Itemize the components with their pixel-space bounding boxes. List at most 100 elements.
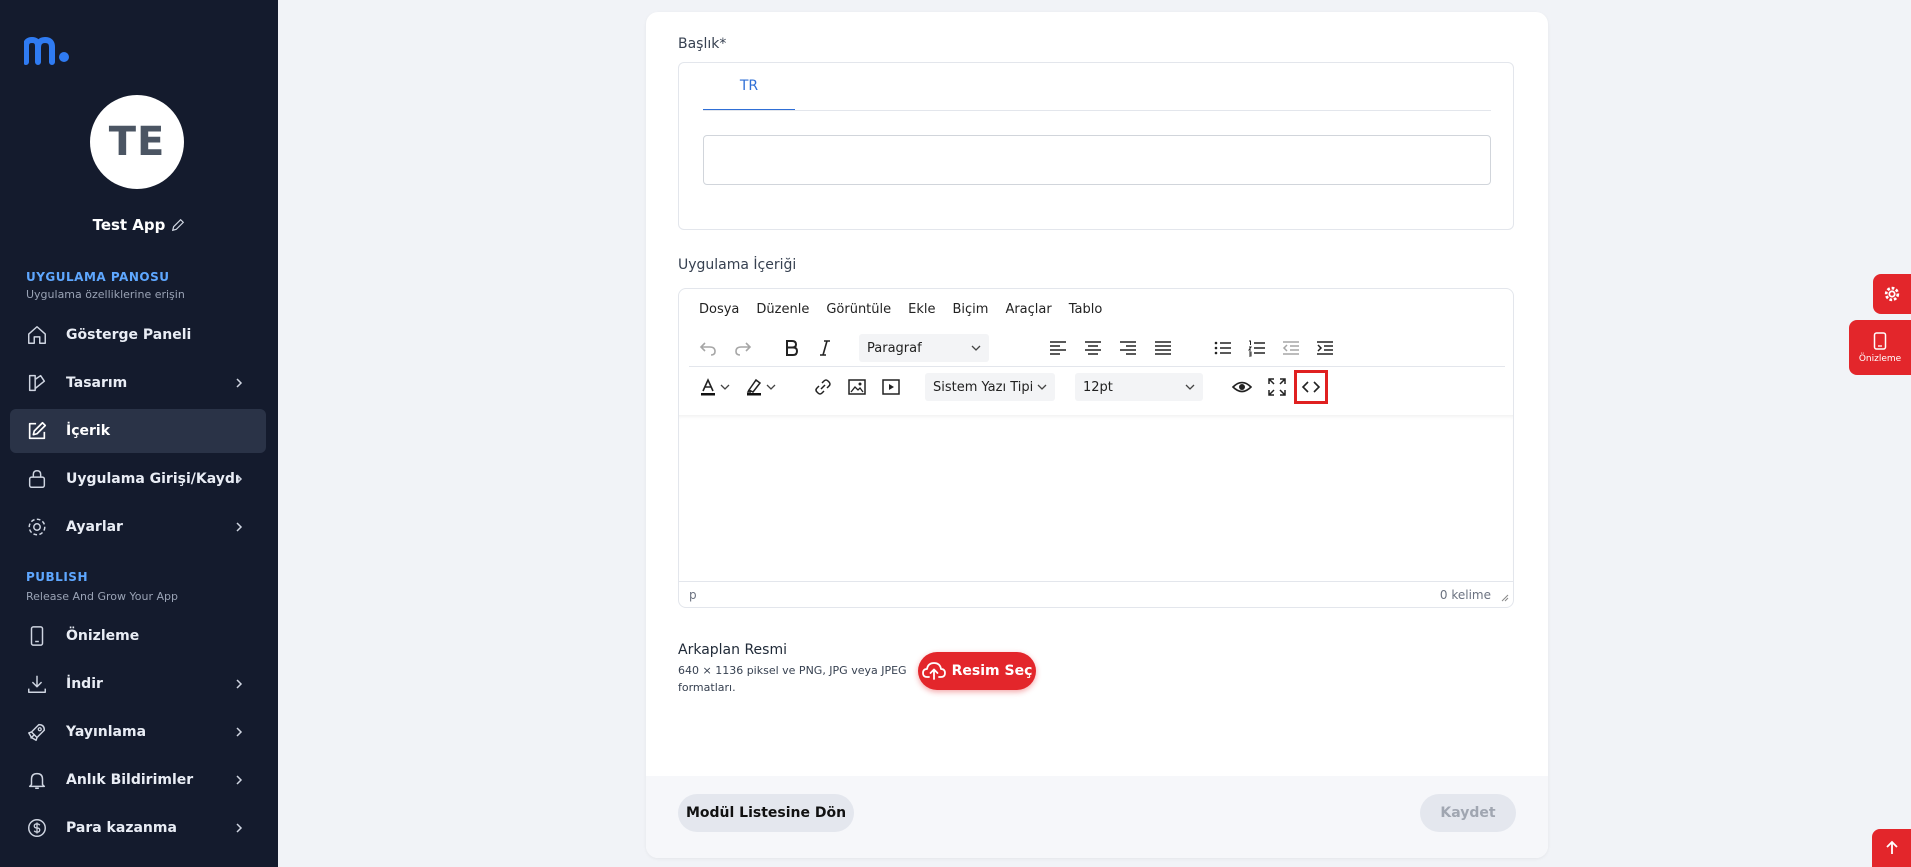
select-image-button[interactable]: Resim Seç: [918, 652, 1036, 690]
outdent-button[interactable]: [1276, 333, 1306, 363]
save-button[interactable]: Kaydet: [1420, 794, 1516, 832]
pencil-icon[interactable]: [171, 218, 185, 232]
title-input[interactable]: [703, 135, 1491, 185]
editor-toolbar-row-1: Paragraf: [689, 329, 1505, 367]
font-size-select[interactable]: 12pt: [1075, 373, 1203, 401]
content-label: Uygulama İçeriği: [678, 257, 797, 273]
preview-button[interactable]: [1227, 372, 1257, 402]
chevron-down-icon: [766, 384, 776, 390]
sidebar-item-label: Yayınlama: [66, 724, 147, 740]
title-label: Başlık*: [678, 36, 727, 52]
editor-toolbar-row-2: Sistem Yazı Tipi 12pt: [689, 368, 1505, 406]
sidebar-item-label: Ayarlar: [66, 519, 123, 535]
edit-icon: [28, 421, 47, 440]
font-family-select[interactable]: Sistem Yazı Tipi: [925, 373, 1055, 401]
block-format-value: Paragraf: [867, 340, 922, 356]
scroll-to-top-button[interactable]: [1872, 829, 1911, 867]
insert-media-button[interactable]: [876, 372, 906, 402]
design-icon: [28, 374, 46, 392]
chevron-right-icon: [236, 775, 243, 785]
outdent-icon: [1282, 341, 1299, 355]
menu-insert[interactable]: Ekle: [908, 302, 935, 317]
sidebar-item-dashboard[interactable]: Gösterge Paneli: [10, 313, 266, 357]
chevron-down-icon: [1037, 384, 1047, 390]
sidebar-item-label: Tasarım: [66, 375, 128, 391]
align-right-icon: [1120, 341, 1136, 355]
align-left-icon: [1050, 341, 1066, 355]
floating-preview-button[interactable]: Önizleme: [1849, 320, 1911, 375]
menu-table[interactable]: Tablo: [1069, 302, 1103, 317]
menu-tools[interactable]: Araçlar: [1005, 302, 1051, 317]
editor-statusbar: p 0 kelime: [679, 581, 1513, 607]
menu-view[interactable]: Görüntüle: [826, 302, 891, 317]
editor-content-area[interactable]: [679, 415, 1513, 575]
align-justify-button[interactable]: [1148, 333, 1178, 363]
floating-settings-button[interactable]: [1873, 274, 1911, 314]
sidebar-item-label: Gösterge Paneli: [66, 327, 192, 343]
chevron-right-icon: [236, 378, 243, 388]
redo-icon: [735, 342, 752, 356]
app-name[interactable]: Test App: [0, 216, 278, 234]
align-left-button[interactable]: [1043, 333, 1073, 363]
chevron-down-icon: [971, 345, 981, 351]
text-color-dropdown[interactable]: [717, 372, 733, 402]
block-format-select[interactable]: Paragraf: [859, 334, 989, 362]
font-family-value: Sistem Yazı Tipi: [933, 379, 1034, 395]
section-title-publish: PUBLISH: [26, 570, 88, 584]
menu-format[interactable]: Biçim: [952, 302, 988, 317]
resize-handle-icon[interactable]: [1499, 592, 1509, 602]
sidebar-item-monetization[interactable]: Para kazanma: [10, 806, 266, 850]
app-logo[interactable]: [24, 36, 72, 66]
bullet-list-button[interactable]: [1208, 333, 1238, 363]
tab-tr[interactable]: TR: [703, 63, 795, 111]
undo-icon: [699, 342, 716, 356]
chevron-right-icon: [236, 823, 243, 833]
bell-icon: [28, 772, 46, 789]
sidebar-item-content[interactable]: İçerik: [10, 409, 266, 453]
menu-edit[interactable]: Düzenle: [756, 302, 809, 317]
fullscreen-button[interactable]: [1262, 372, 1292, 402]
avatar[interactable]: TE: [90, 95, 184, 189]
align-center-button[interactable]: [1078, 333, 1108, 363]
sidebar-item-label: Anlık Bildirimler: [66, 772, 194, 788]
insert-image-button[interactable]: [842, 372, 872, 402]
highlighter-icon: [746, 378, 762, 396]
bold-icon: [786, 340, 799, 356]
indent-button[interactable]: [1310, 333, 1340, 363]
link-icon: [815, 379, 831, 395]
sidebar: TE Test App UYGULAMA PANOSU Uygulama öze…: [0, 0, 278, 867]
menu-file[interactable]: Dosya: [699, 302, 739, 317]
sidebar-item-download[interactable]: İndir: [10, 662, 266, 706]
element-path[interactable]: p: [689, 588, 697, 602]
sidebar-item-notifications[interactable]: Anlık Bildirimler: [10, 758, 266, 802]
source-code-button[interactable]: [1294, 370, 1328, 404]
sidebar-item-design[interactable]: Tasarım: [10, 361, 266, 405]
back-to-module-list-button[interactable]: Modül Listesine Dön: [678, 794, 854, 832]
align-right-button[interactable]: [1113, 333, 1143, 363]
word-count[interactable]: 0 kelime: [1440, 588, 1491, 602]
undo-button[interactable]: [693, 333, 723, 363]
italic-button[interactable]: [810, 333, 840, 363]
redo-button[interactable]: [728, 333, 758, 363]
text-color-icon: [701, 378, 715, 396]
code-icon: [1301, 381, 1321, 393]
sidebar-item-settings[interactable]: Ayarlar: [10, 505, 266, 549]
bullet-list-icon: [1214, 341, 1231, 355]
insert-link-button[interactable]: [808, 372, 838, 402]
sidebar-item-label: Uygulama Girişi/Kaydı: [66, 471, 240, 487]
rich-text-editor: Dosya Düzenle Görüntüle Ekle Biçim Araçl…: [678, 288, 1514, 608]
floating-preview-label: Önizleme: [1858, 353, 1902, 364]
sidebar-item-preview[interactable]: Önizleme: [10, 614, 266, 658]
background-image-label: Arkaplan Resmi: [678, 642, 787, 658]
title-field-group: TR: [678, 62, 1514, 230]
highlight-color-dropdown[interactable]: [763, 372, 779, 402]
bold-button[interactable]: [776, 333, 806, 363]
numbered-list-button[interactable]: [1242, 333, 1272, 363]
tab-divider: [703, 110, 1491, 111]
app-name-label: Test App: [92, 216, 166, 234]
sidebar-item-publishing[interactable]: Yayınlama: [10, 710, 266, 754]
rocket-icon: [28, 723, 46, 741]
form-footer: Modül Listesine Dön Kaydet: [646, 776, 1548, 858]
media-icon: [882, 379, 900, 395]
sidebar-item-login[interactable]: Uygulama Girişi/Kaydı: [10, 457, 266, 501]
